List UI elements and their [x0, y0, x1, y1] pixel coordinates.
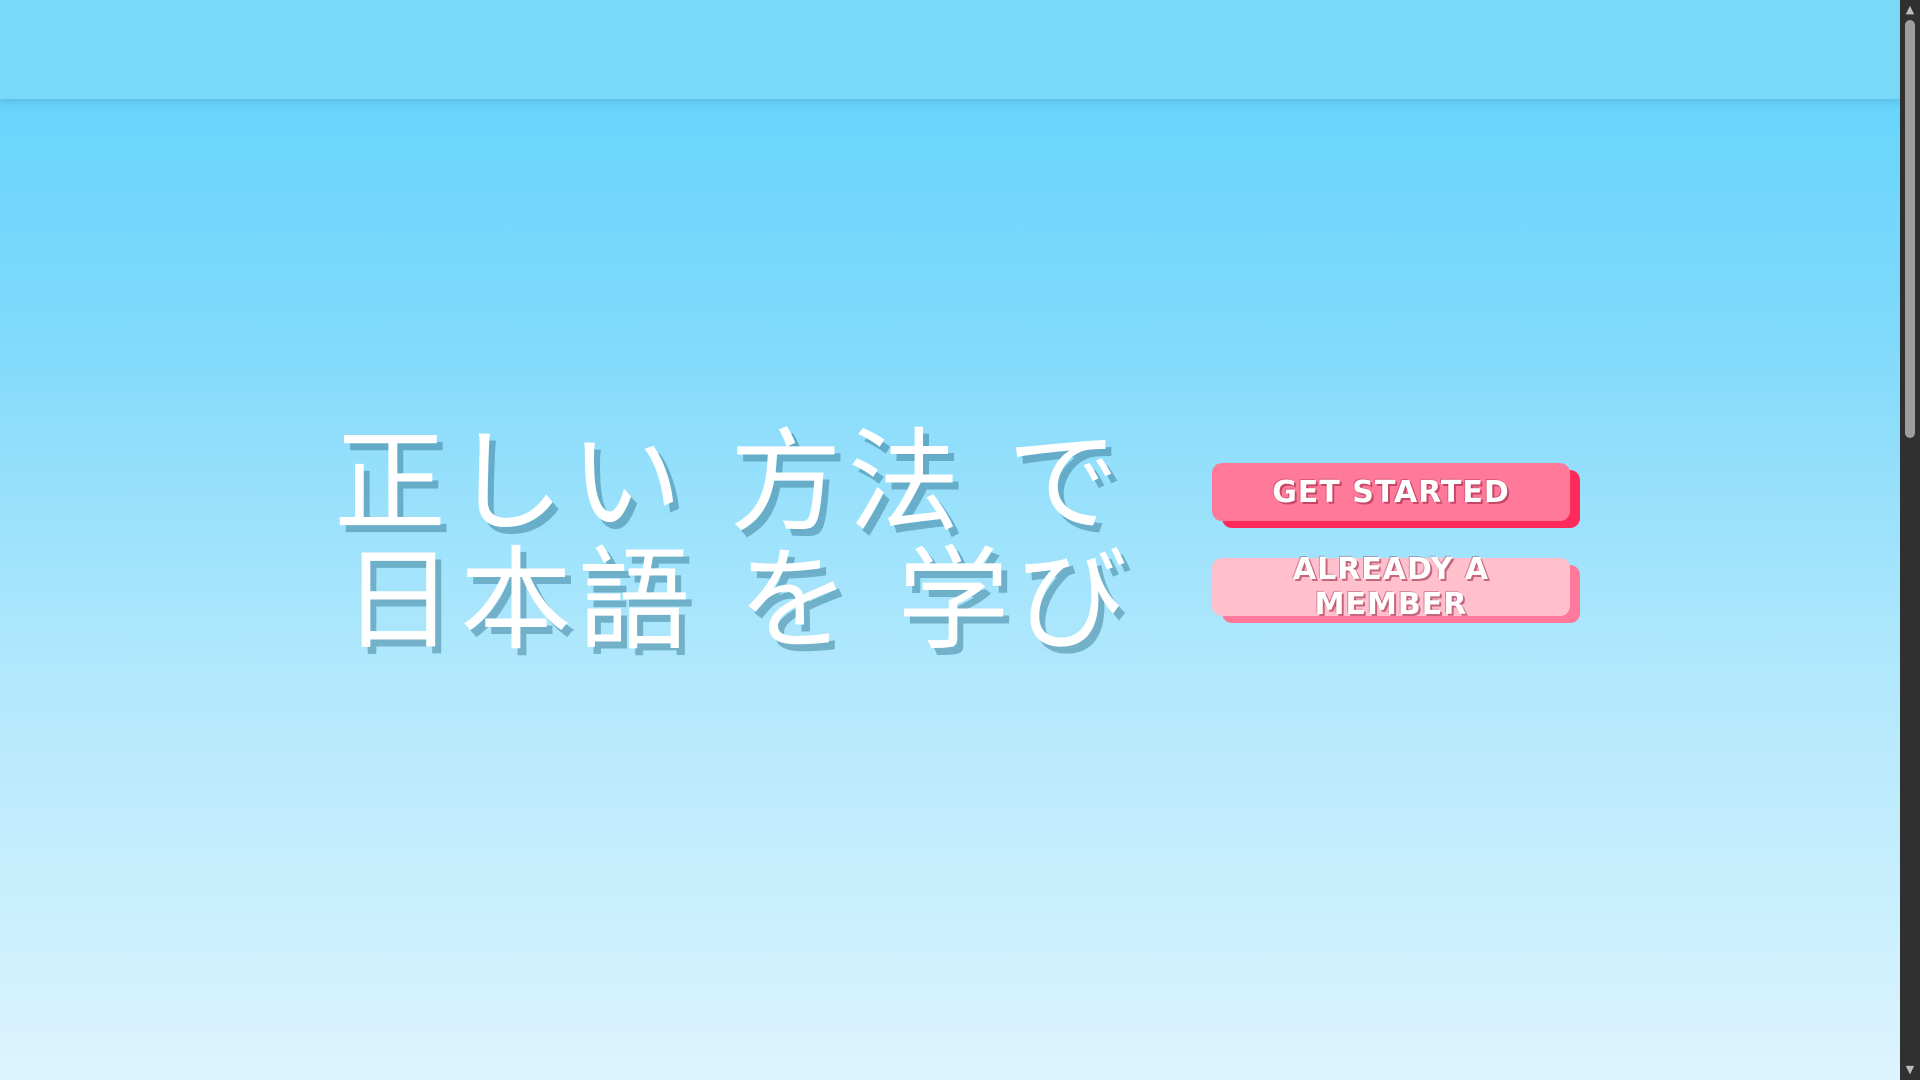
scroll-down-arrow-icon[interactable]: ▼ [1900, 1060, 1920, 1080]
already-member-button[interactable]: Already a Member [1212, 552, 1570, 622]
vertical-scrollbar[interactable]: ▲ ▼ [1900, 0, 1920, 1080]
landing-page: 正しい 方法 で 日本語 を 学び Get Started Already a … [0, 0, 1920, 1080]
hero-title-line-1: 正しい 方法 で [334, 418, 1126, 549]
already-member-button-label: Already a Member [1292, 552, 1490, 622]
header-bar [0, 0, 1900, 99]
scrollbar-thumb[interactable] [1905, 20, 1915, 438]
scroll-up-arrow-icon[interactable]: ▲ [1900, 0, 1920, 20]
get-started-button[interactable]: Get Started [1212, 463, 1570, 521]
get-started-button-label: Get Started [1272, 474, 1510, 510]
hero-title-line-2: 日本語 を 学び [342, 536, 1134, 667]
